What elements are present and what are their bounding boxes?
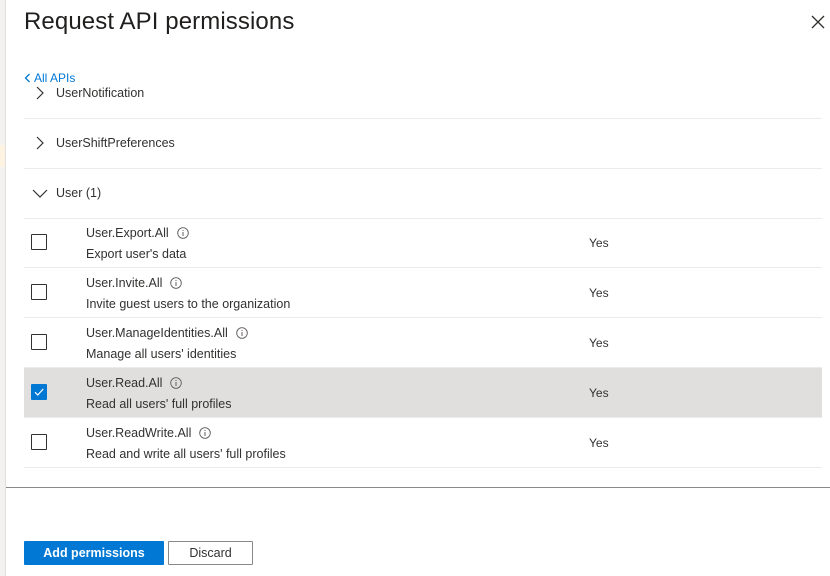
permission-name: User.ManageIdentities.All bbox=[86, 326, 228, 340]
group-label: UserShiftPreferences bbox=[56, 136, 175, 150]
permission-description: Invite guest users to the organization bbox=[86, 297, 291, 311]
group-label: User (1) bbox=[56, 186, 102, 200]
all-apis-link-label: All APIs bbox=[34, 71, 76, 85]
info-icon[interactable] bbox=[235, 327, 248, 339]
permission-checkbox[interactable] bbox=[31, 234, 47, 250]
admin-consent-value: Yes bbox=[589, 236, 609, 250]
permission-row[interactable]: User.Export.All Export user's data Yes bbox=[24, 218, 822, 268]
info-icon[interactable] bbox=[199, 427, 212, 439]
discard-button[interactable]: Discard bbox=[168, 541, 253, 565]
permission-checkbox[interactable] bbox=[31, 434, 47, 450]
add-permissions-button[interactable]: Add permissions bbox=[24, 541, 164, 565]
permission-name: User.Export.All bbox=[86, 226, 169, 240]
group-row-usershiftpreferences[interactable]: UserShiftPreferences bbox=[24, 118, 822, 169]
permission-row[interactable]: User.Invite.All Invite guest users to th… bbox=[24, 268, 822, 318]
permission-description: Read and write all users' full profiles bbox=[86, 447, 286, 461]
checkmark-icon bbox=[34, 388, 44, 396]
info-icon[interactable] bbox=[170, 277, 183, 289]
close-icon bbox=[811, 15, 825, 29]
permission-description: Export user's data bbox=[86, 247, 187, 261]
group-row-user[interactable]: User (1) bbox=[24, 168, 822, 219]
admin-consent-value: Yes bbox=[589, 286, 609, 300]
admin-consent-value: Yes bbox=[589, 436, 609, 450]
permission-description: Manage all users' identities bbox=[86, 347, 237, 361]
footer-divider bbox=[6, 487, 830, 488]
permission-name: User.Read.All bbox=[86, 376, 163, 390]
chevron-down-icon bbox=[32, 189, 48, 198]
panel-left-border bbox=[5, 0, 6, 576]
info-icon[interactable] bbox=[176, 227, 189, 239]
admin-consent-value: Yes bbox=[589, 336, 609, 350]
chevron-right-icon bbox=[36, 86, 44, 100]
permission-row[interactable]: User.ReadWrite.All Read and write all us… bbox=[24, 418, 822, 468]
permission-row[interactable]: User.ManageIdentities.All Manage all use… bbox=[24, 318, 822, 368]
permission-checkbox[interactable] bbox=[31, 384, 47, 400]
permission-list[interactable]: UserNotification UserShiftPreferences Us… bbox=[24, 84, 822, 474]
permission-checkbox[interactable] bbox=[31, 334, 47, 350]
info-icon[interactable] bbox=[170, 377, 183, 389]
chevron-left-icon bbox=[24, 73, 30, 83]
permission-name: User.ReadWrite.All bbox=[86, 426, 192, 440]
admin-consent-value: Yes bbox=[589, 386, 609, 400]
group-label: UserNotification bbox=[56, 86, 145, 100]
permission-row-selected[interactable]: User.Read.All Read all users' full profi… bbox=[24, 368, 822, 418]
permission-checkbox[interactable] bbox=[31, 284, 47, 300]
close-button[interactable] bbox=[810, 14, 830, 34]
all-apis-link[interactable]: All APIs bbox=[24, 71, 75, 85]
permission-name: User.Invite.All bbox=[86, 276, 163, 290]
permission-description: Read all users' full profiles bbox=[86, 397, 232, 411]
group-row-usernotification[interactable]: UserNotification bbox=[24, 84, 822, 119]
panel-title: Request API permissions bbox=[24, 8, 295, 35]
chevron-right-icon bbox=[36, 136, 44, 150]
